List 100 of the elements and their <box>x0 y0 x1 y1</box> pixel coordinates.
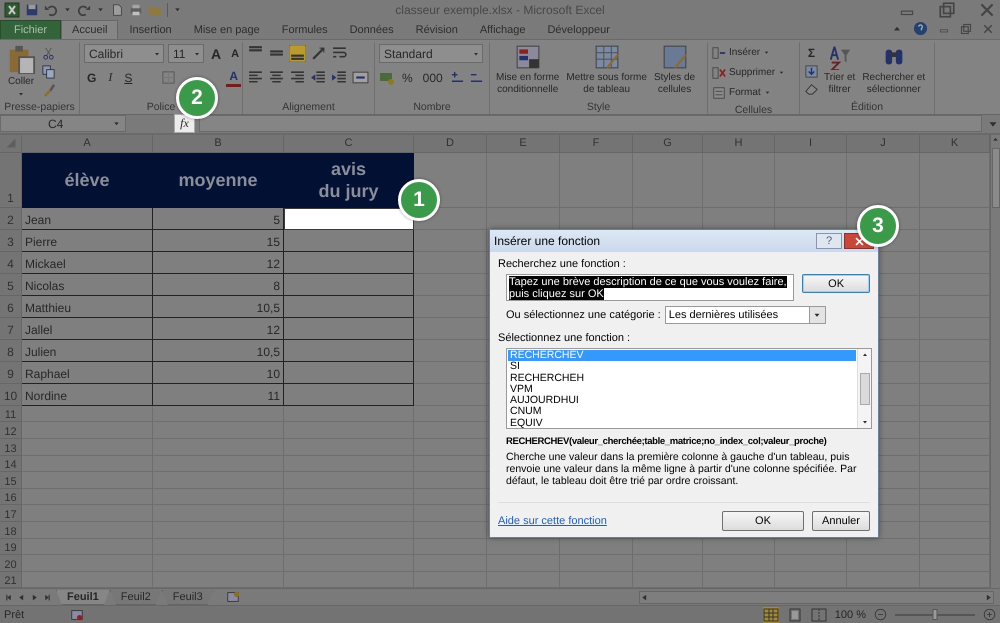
scroll-up-icon[interactable] <box>860 351 868 359</box>
formula-input[interactable] <box>199 115 982 132</box>
grow-font-button[interactable]: A <box>208 44 224 63</box>
ribbon-tab[interactable]: Insertion <box>118 20 183 39</box>
new-document-icon[interactable] <box>110 2 124 17</box>
zoom-level[interactable]: 100 % <box>834 608 866 621</box>
function-list-item[interactable]: CNUM <box>508 406 856 418</box>
sort-filter-button[interactable]: Trier et filtrer <box>822 44 858 96</box>
search-field[interactable]: Tapez une brève description de ce que vous voulez faire, puis cliquez sur OK <box>506 274 794 301</box>
style-button[interactable]: Mettre sous forme de tableau <box>564 44 649 96</box>
macro-recorder-icon[interactable] <box>70 608 84 622</box>
close-icon[interactable] <box>982 22 994 35</box>
scrollbar-thumb[interactable] <box>860 372 870 404</box>
row-header[interactable]: 8 <box>0 340 22 362</box>
row-header[interactable]: 12 <box>0 422 22 439</box>
save-icon[interactable] <box>25 2 39 17</box>
column-header[interactable]: C <box>284 134 414 153</box>
table-cell[interactable] <box>284 384 414 406</box>
function-list-item[interactable]: VPM <box>508 384 856 396</box>
sum-button[interactable]: Σ <box>804 44 819 62</box>
scroll-down-icon[interactable] <box>860 418 868 426</box>
restore-icon[interactable] <box>960 22 972 35</box>
italic-button[interactable]: I <box>105 68 116 87</box>
cells-button[interactable]: Format <box>712 84 786 102</box>
row-header[interactable]: 4 <box>0 252 22 274</box>
function-list-item[interactable]: EQUIV <box>508 418 856 430</box>
ok-button[interactable]: OK <box>722 511 804 531</box>
ribbon-tab[interactable]: Accueil <box>61 20 118 39</box>
table-cell[interactable] <box>284 362 414 384</box>
horizontal-scrollbar[interactable] <box>638 590 994 604</box>
page-break-icon[interactable] <box>810 606 827 623</box>
table-cell[interactable] <box>284 230 414 252</box>
ribbon-tab[interactable]: Développeur <box>536 20 621 39</box>
ribbon-tab[interactable]: Formules <box>270 20 339 39</box>
ribbon-tab[interactable]: Affichage <box>468 20 536 39</box>
new-sheet-icon[interactable] <box>226 590 240 604</box>
bold-button[interactable]: G <box>84 68 100 87</box>
table-cell[interactable] <box>284 252 414 274</box>
file-tab[interactable]: Fichier <box>0 20 62 39</box>
table-cell[interactable] <box>284 296 414 318</box>
ok-button[interactable]: OK <box>802 274 870 293</box>
paste-button[interactable]: Coller <box>4 44 38 98</box>
ribbon-tab[interactable]: Mise en page <box>182 20 271 39</box>
normal-view-icon[interactable] <box>762 606 779 623</box>
help-link[interactable]: Aide sur cette fonction <box>498 515 714 527</box>
row-header[interactable]: 15 <box>0 472 22 489</box>
redo-icon[interactable] <box>77 2 91 17</box>
column-header[interactable]: F <box>560 134 633 153</box>
row-header[interactable]: 6 <box>0 296 22 318</box>
function-list-item[interactable]: AUJOURDHUI <box>508 395 856 406</box>
font-name-field[interactable]: Calibri <box>84 44 164 64</box>
print-icon[interactable] <box>129 2 143 17</box>
column-header[interactable]: B <box>153 134 284 153</box>
vertical-scrollbar[interactable] <box>990 134 1000 588</box>
shrink-font-button[interactable]: A <box>228 44 242 63</box>
first-sheet-icon[interactable] <box>4 592 13 602</box>
align-orientation-icon[interactable] <box>310 45 327 62</box>
row-header[interactable]: 10 <box>0 384 22 406</box>
percent-button[interactable]: % <box>399 68 416 87</box>
align-merge-icon[interactable] <box>352 69 369 86</box>
column-header[interactable]: K <box>920 134 990 153</box>
font-size-field[interactable]: 11 <box>168 44 204 64</box>
borders-icon[interactable] <box>161 70 176 86</box>
function-list-item[interactable]: RECHERCHEH <box>508 372 856 384</box>
row-header[interactable]: 17 <box>0 505 22 522</box>
insert-function-button[interactable]: fx <box>174 114 195 134</box>
row-header[interactable]: 20 <box>0 555 22 572</box>
row-header[interactable]: 18 <box>0 522 22 539</box>
ribbon-tab[interactable]: Données <box>338 20 405 39</box>
align-bottom-icon[interactable] <box>289 45 306 62</box>
next-sheet-icon[interactable] <box>30 592 39 602</box>
find-select-button[interactable]: Rechercher et sélectionner <box>860 44 928 96</box>
row-header[interactable]: 14 <box>0 456 22 472</box>
zoom-out-icon[interactable] <box>874 608 887 622</box>
row-header[interactable]: 13 <box>0 438 22 456</box>
close-icon[interactable] <box>978 0 996 19</box>
page-layout-icon[interactable] <box>786 606 803 623</box>
excel-logo-icon[interactable] <box>4 2 20 18</box>
table-cell[interactable] <box>284 274 414 296</box>
row-header[interactable]: 16 <box>0 488 22 506</box>
row-header[interactable]: 2 <box>0 208 22 230</box>
row-header[interactable]: 19 <box>0 538 22 556</box>
help-button[interactable]: ? <box>816 233 842 249</box>
column-header[interactable]: J <box>847 134 920 153</box>
previous-sheet-icon[interactable] <box>17 592 26 602</box>
column-header[interactable]: E <box>487 134 560 153</box>
category-dropdown[interactable]: Les dernières utilisées <box>664 306 826 324</box>
column-header[interactable]: I <box>775 134 847 153</box>
column-header[interactable]: G <box>633 134 703 153</box>
undo-icon[interactable] <box>44 2 58 17</box>
scrollbar-thumb[interactable] <box>992 148 1000 208</box>
zoom-in-icon[interactable] <box>983 608 996 622</box>
row-header[interactable]: 1 <box>0 152 22 208</box>
copy-icon[interactable] <box>41 64 56 79</box>
cancel-button[interactable]: Annuler <box>812 511 870 531</box>
row-header[interactable]: 11 <box>0 406 22 422</box>
cells-button[interactable]: Supprimer <box>712 64 786 82</box>
table-cell[interactable] <box>284 318 414 340</box>
last-sheet-icon[interactable] <box>43 592 52 602</box>
thousands-button[interactable]: 000 <box>420 68 446 87</box>
